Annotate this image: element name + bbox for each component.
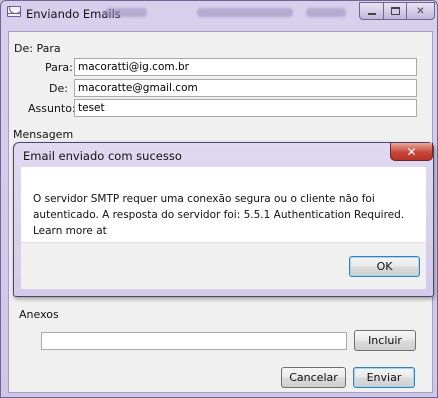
message-dialog: Email enviado com sucesso ✕ O servidor S… (13, 142, 434, 297)
maximize-icon (390, 7, 400, 15)
background-blur (105, 8, 147, 17)
de-label: De: (49, 82, 68, 95)
anexos-label: Anexos (19, 308, 59, 321)
close-button[interactable]: ✕ (406, 2, 435, 20)
maximize-button[interactable] (383, 2, 407, 20)
group-label-de-para: De: Para (14, 42, 61, 55)
envelope-icon (7, 6, 21, 17)
para-input[interactable]: macoratti@ig.com.br (74, 58, 417, 76)
mensagem-label: Mensagem (13, 128, 74, 141)
title-bar[interactable]: Enviando Emails ✕ (1, 1, 437, 25)
background-blur (306, 8, 346, 17)
minimize-icon (367, 13, 376, 15)
cancelar-button[interactable]: Cancelar (281, 367, 346, 388)
de-input[interactable]: macoratte@gmail.com (74, 79, 417, 97)
close-icon: ✕ (416, 5, 425, 17)
background-blur (197, 8, 293, 17)
close-icon: ✕ (406, 144, 417, 159)
enviar-button[interactable]: Enviar (353, 367, 415, 388)
ok-button[interactable]: OK (349, 256, 420, 277)
dialog-message: O servidor SMTP requer uma conexão segur… (33, 193, 405, 237)
dialog-close-button[interactable]: ✕ (390, 143, 433, 161)
dialog-footer: OK (21, 242, 426, 289)
minimize-button[interactable] (359, 2, 384, 20)
incluir-button[interactable]: Incluir (354, 330, 416, 351)
dialog-body: O servidor SMTP requer uma conexão segur… (21, 167, 426, 242)
assunto-input[interactable]: teset (74, 99, 417, 117)
para-label: Para: (45, 61, 73, 74)
anexo-input[interactable] (41, 332, 347, 350)
assunto-label: Assunto: (28, 102, 76, 115)
dialog-title: Email enviado com sucesso (23, 149, 182, 163)
